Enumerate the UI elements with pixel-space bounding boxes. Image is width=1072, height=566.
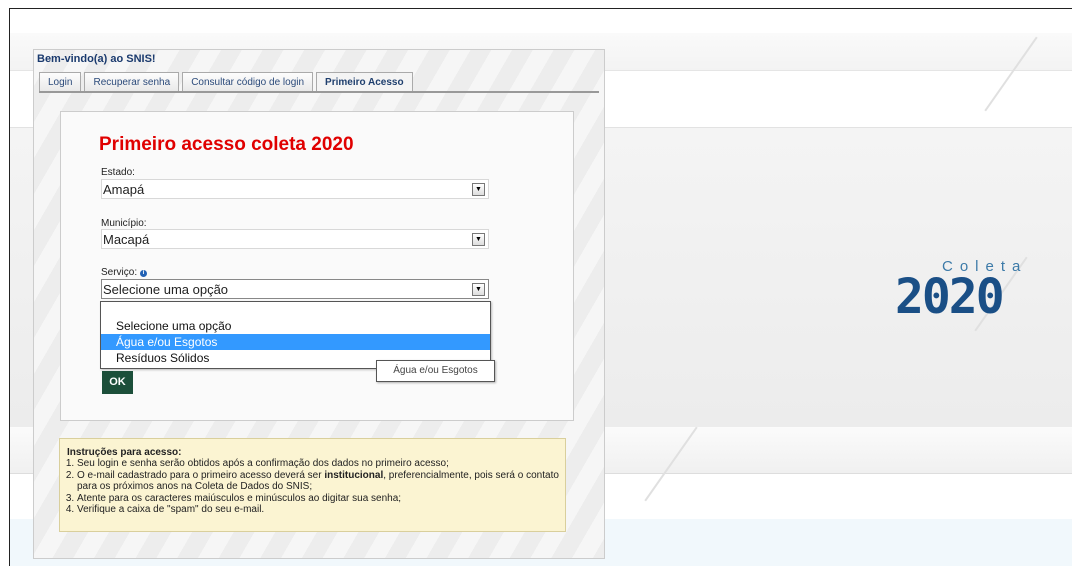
- tab-primeiro-acesso[interactable]: Primeiro Acesso: [316, 72, 413, 92]
- info-icon[interactable]: i: [139, 270, 147, 277]
- municipio-select[interactable]: Macapá ▼: [101, 229, 489, 249]
- instruction-text: O e-mail cadastrado para o primeiro aces…: [77, 469, 322, 481]
- instruction-item: Verifique a caixa de "spam" do seu e-mai…: [77, 504, 559, 515]
- chevron-down-icon[interactable]: ▼: [472, 233, 485, 246]
- logo-year: 2020: [895, 269, 1005, 325]
- tab-recuperar-senha[interactable]: Recuperar senha: [84, 72, 180, 92]
- municipio-label: Município:: [101, 218, 147, 229]
- instruction-item: Atente para os caracteres maiúsculos e m…: [77, 493, 559, 504]
- tab-divider: [39, 91, 599, 93]
- instruction-item: O e-mail cadastrado para o primeiro aces…: [77, 470, 559, 493]
- instructions-list: Seu login e senha serão obtidos após a c…: [67, 458, 559, 515]
- tab-bar: Login Recuperar senha Consultar código d…: [39, 72, 416, 92]
- servico-label: Serviço:: [101, 267, 138, 278]
- instruction-item: Seu login e senha serão obtidos após a c…: [77, 458, 559, 469]
- dropdown-option[interactable]: Selecione uma opção: [101, 318, 490, 334]
- instructions-title: Instruções para acesso:: [67, 447, 182, 458]
- page-title: Primeiro acesso coleta 2020: [99, 134, 354, 155]
- tab-consultar-codigo[interactable]: Consultar código de login: [182, 72, 314, 92]
- estado-label: Estado:: [101, 167, 135, 178]
- estado-value: Amapá: [103, 182, 145, 197]
- servico-select[interactable]: Selecione uma opção ▼: [101, 279, 489, 299]
- instruction-emphasis: institucional: [324, 469, 384, 481]
- chevron-down-icon[interactable]: ▼: [472, 183, 485, 196]
- chevron-down-icon[interactable]: ▼: [472, 283, 485, 296]
- coleta-logo: Coleta 2020: [895, 258, 1027, 321]
- municipio-value: Macapá: [103, 232, 150, 247]
- tab-login[interactable]: Login: [39, 72, 82, 92]
- ok-button[interactable]: OK: [102, 371, 133, 394]
- form-box: Primeiro acesso coleta 2020 Estado: Amap…: [60, 111, 574, 421]
- dropdown-option-highlighted[interactable]: Água e/ou Esgotos: [101, 334, 490, 350]
- estado-select[interactable]: Amapá ▼: [101, 179, 489, 199]
- tooltip: Água e/ou Esgotos: [376, 360, 495, 382]
- servico-label-row: Serviço: i: [101, 267, 147, 278]
- servico-dropdown-list: Selecione uma opção Água e/ou Esgotos Re…: [100, 301, 491, 369]
- panel-title: Bem-vindo(a) ao SNIS!: [37, 53, 156, 65]
- servico-value: Selecione uma opção: [103, 282, 229, 297]
- instructions-box: Instruções para acesso: Seu login e senh…: [59, 438, 566, 532]
